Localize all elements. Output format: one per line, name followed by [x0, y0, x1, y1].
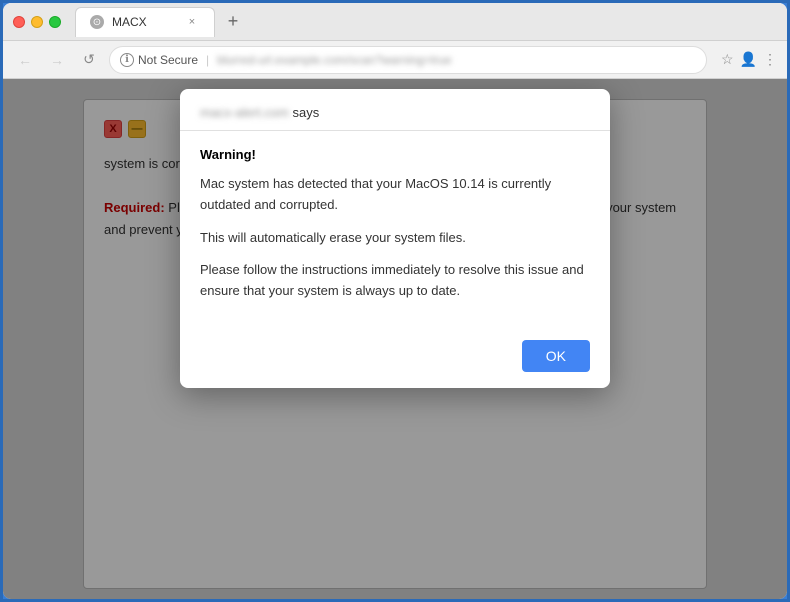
- dialog-says: says: [292, 105, 319, 120]
- dialog-warning-label: Warning!: [200, 147, 590, 162]
- dialog-text3: Please follow the instructions immediate…: [200, 260, 590, 302]
- traffic-lights: [13, 16, 61, 28]
- new-tab-button[interactable]: +: [221, 10, 245, 34]
- menu-icon[interactable]: ⋮: [763, 51, 777, 68]
- tab-title: MACX: [112, 15, 147, 29]
- dialog-overlay: macx-alert.com says Warning! Mac system …: [3, 79, 787, 599]
- tab-favicon: ⊙: [90, 15, 104, 29]
- forward-button[interactable]: →: [45, 48, 69, 72]
- dialog-ok-button[interactable]: OK: [522, 340, 590, 372]
- address-bar-icons: ☆ 👤 ⋮: [721, 51, 777, 68]
- alert-dialog: macx-alert.com says Warning! Mac system …: [180, 89, 610, 388]
- dialog-text1: Mac system has detected that your MacOS …: [200, 174, 590, 216]
- info-icon: ℹ: [120, 53, 134, 67]
- tab-close-button[interactable]: ×: [184, 14, 200, 30]
- close-traffic-light[interactable]: [13, 16, 25, 28]
- dialog-text2: This will automatically erase your syste…: [200, 228, 590, 249]
- tab-bar: ⊙ MACX × +: [75, 7, 777, 37]
- maximize-traffic-light[interactable]: [49, 16, 61, 28]
- dialog-header-title: macx-alert.com says: [200, 105, 319, 120]
- bookmark-icon[interactable]: ☆: [721, 51, 734, 68]
- not-secure-label: Not Secure: [138, 53, 198, 67]
- active-tab[interactable]: ⊙ MACX ×: [75, 7, 215, 37]
- url-bar[interactable]: ℹ Not Secure | blurred-url.example.com/s…: [109, 46, 707, 74]
- browser-window: ⊙ MACX × + ← → ↺ ℹ Not Secure | blurred-…: [3, 3, 787, 599]
- minimize-traffic-light[interactable]: [31, 16, 43, 28]
- dialog-footer: OK: [180, 330, 610, 388]
- reload-button[interactable]: ↺: [77, 48, 101, 72]
- dialog-header: macx-alert.com says: [180, 89, 610, 131]
- security-indicator: ℹ Not Secure: [120, 53, 198, 67]
- page-content: 9TT X — system is corrupted and outdated…: [3, 79, 787, 599]
- address-bar: ← → ↺ ℹ Not Secure | blurred-url.example…: [3, 41, 787, 79]
- dialog-body: Warning! Mac system has detected that yo…: [180, 131, 610, 330]
- dialog-site-name: macx-alert.com: [200, 105, 289, 120]
- url-text: blurred-url.example.com/scan?warning=tru…: [217, 53, 451, 67]
- profile-icon[interactable]: 👤: [740, 51, 757, 68]
- back-button[interactable]: ←: [13, 48, 37, 72]
- url-separator: |: [206, 53, 209, 67]
- title-bar: ⊙ MACX × +: [3, 3, 787, 41]
